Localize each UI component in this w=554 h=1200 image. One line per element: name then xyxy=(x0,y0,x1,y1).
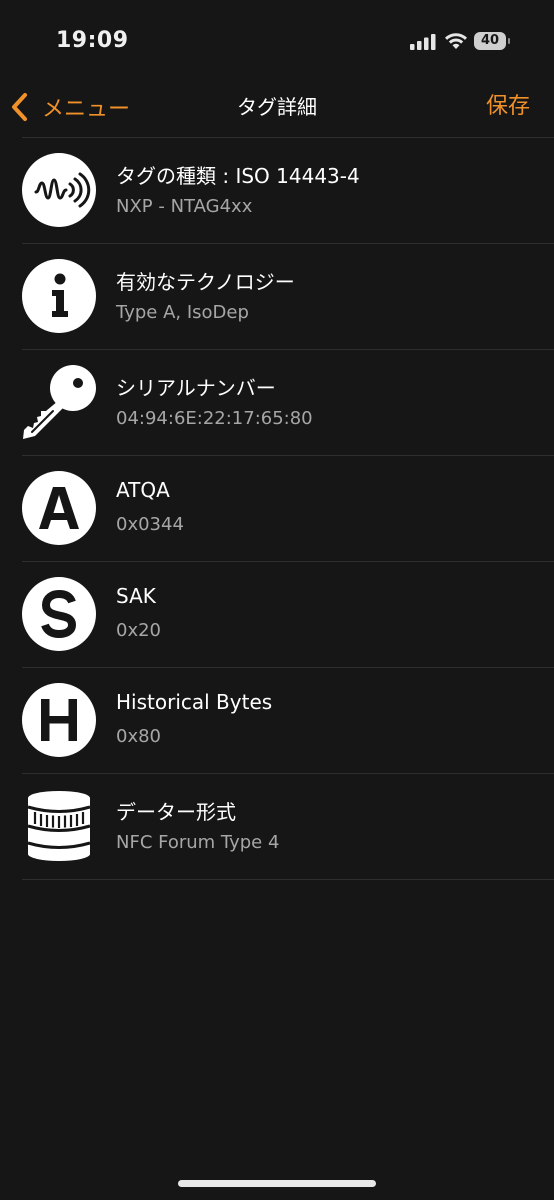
home-indicator[interactable] xyxy=(178,1180,376,1187)
item-value: 04:94:6E:22:17:65:80 xyxy=(116,408,313,429)
letter-s-icon xyxy=(22,577,96,651)
nfc-tag-icon xyxy=(22,153,96,227)
list-item-atqa[interactable]: ATQA 0x0344 xyxy=(22,456,554,562)
list-item-sak[interactable]: SAK 0x20 xyxy=(22,562,554,668)
list-item-serial-number[interactable]: シリアルナンバー 04:94:6E:22:17:65:80 xyxy=(22,350,554,456)
item-title: データー形式 xyxy=(116,800,236,824)
status-time: 19:09 xyxy=(56,28,129,53)
item-title: ATQA xyxy=(116,478,170,502)
tag-info-list: タグの種類 : ISO 14443-4 NXP - NTAG4xx 有効なテクノ… xyxy=(0,138,554,880)
key-icon xyxy=(22,365,96,439)
wifi-icon xyxy=(445,33,467,49)
item-title: タグの種類 : ISO 14443-4 xyxy=(116,164,360,188)
back-button-label: メニュー xyxy=(42,97,131,122)
item-value: 0x80 xyxy=(116,726,162,747)
item-value: Type A, IsoDep xyxy=(116,302,249,323)
list-item-historical-bytes[interactable]: Historical Bytes 0x80 xyxy=(22,668,554,774)
chevron-left-icon xyxy=(12,93,27,121)
item-value: 0x0344 xyxy=(116,514,184,535)
navigation-bar: メニュー タグ詳細 保存 xyxy=(0,84,554,134)
letter-a-icon xyxy=(22,471,96,545)
back-button[interactable]: メニュー xyxy=(10,84,130,130)
list-item-tag-type[interactable]: タグの種類 : ISO 14443-4 NXP - NTAG4xx xyxy=(22,138,554,244)
database-icon xyxy=(22,789,96,863)
item-title: シリアルナンバー xyxy=(116,376,276,400)
item-title: SAK xyxy=(116,584,156,608)
battery-icon: 40 xyxy=(474,32,510,50)
item-title: 有効なテクノロジー xyxy=(116,270,295,294)
list-item-data-format[interactable]: データー形式 NFC Forum Type 4 xyxy=(22,774,554,880)
item-value: 0x20 xyxy=(116,620,162,641)
item-value: NXP - NTAG4xx xyxy=(116,196,253,217)
letter-h-icon xyxy=(22,683,96,757)
status-bar: 19:09 40 xyxy=(0,0,554,84)
save-button[interactable]: 保存 xyxy=(486,84,530,130)
item-title: Historical Bytes xyxy=(116,690,273,714)
info-icon xyxy=(22,259,96,333)
battery-level: 40 xyxy=(480,33,500,48)
item-value: NFC Forum Type 4 xyxy=(116,832,280,853)
cellular-signal-icon xyxy=(410,34,436,50)
list-item-technologies[interactable]: 有効なテクノロジー Type A, IsoDep xyxy=(22,244,554,350)
